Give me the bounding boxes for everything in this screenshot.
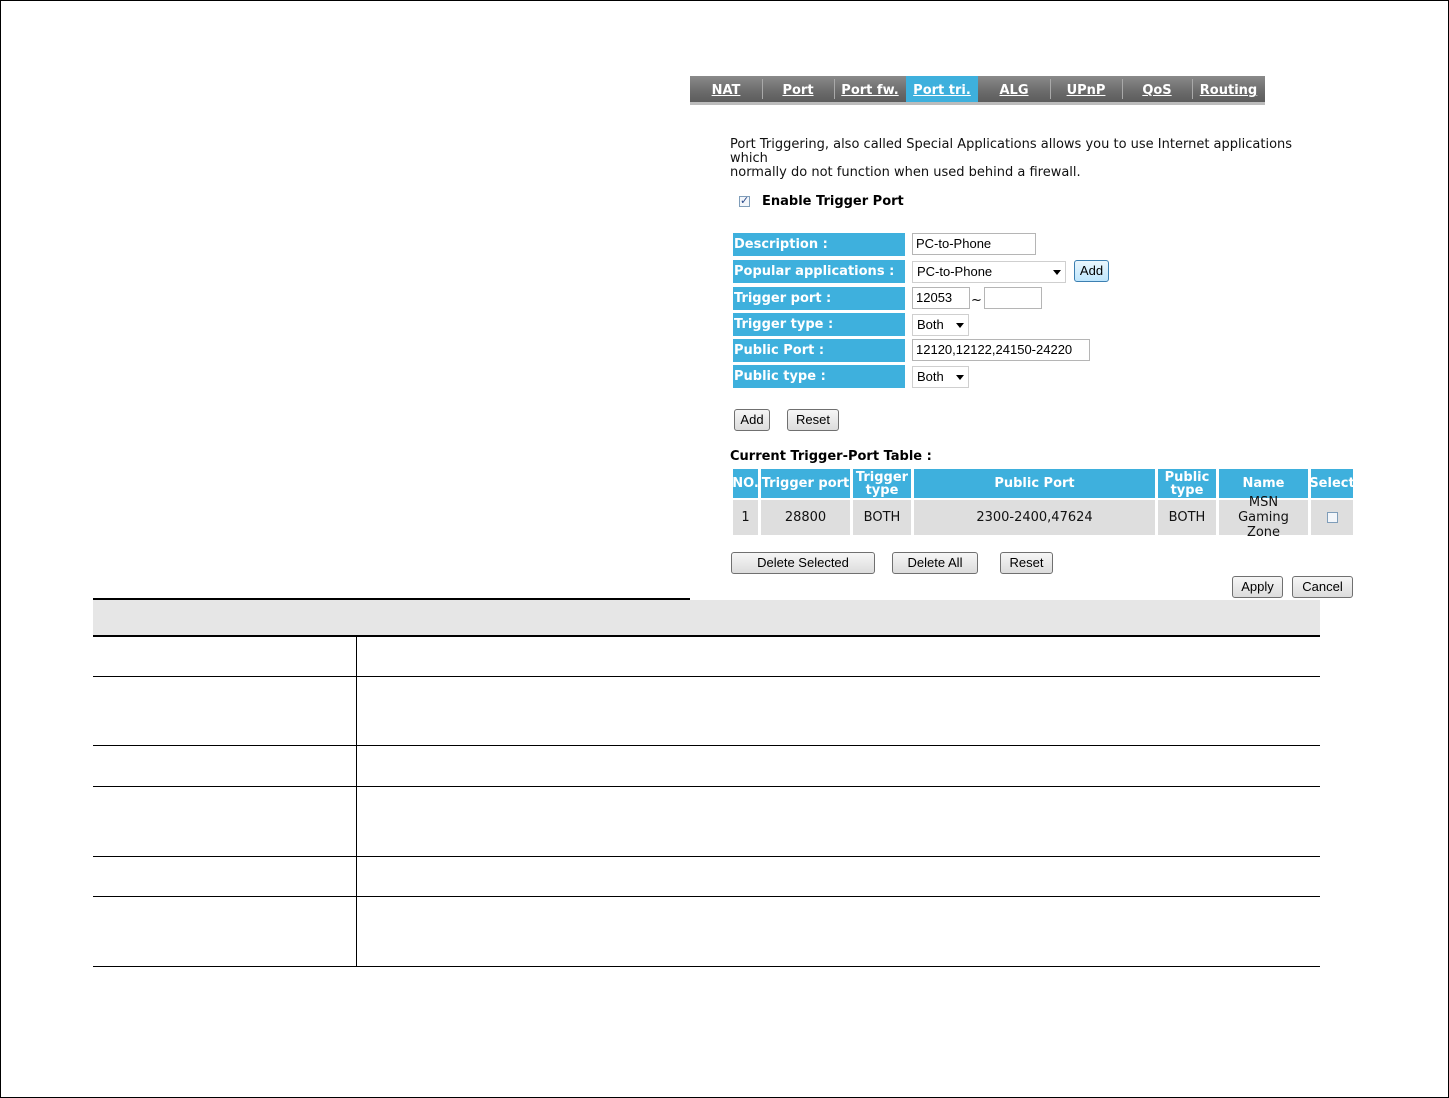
public-port-input[interactable]: 12120,12122,24150-24220 [912,339,1090,361]
cell-trigger-type: BOTH [853,500,911,535]
cell-no: 1 [733,500,758,535]
tab-routing[interactable]: Routing [1192,76,1265,102]
enable-trigger-label: Enable Trigger Port [762,194,904,209]
trigger-port-label: Trigger port : [733,287,905,310]
cancel-button[interactable]: Cancel [1292,576,1353,598]
chevron-down-icon [956,323,964,328]
intro-line-1: Port Triggering, also called Special App… [730,137,1293,166]
intro-text: Port Triggering, also called Special App… [730,138,1330,180]
cell-name: MSN Gaming Zone [1219,495,1308,540]
public-port-label: Public Port : [733,339,905,362]
cell-public-port: 2300-2400,47624 [914,500,1155,535]
chevron-down-icon [1053,270,1061,275]
delete-all-button[interactable]: Delete All [892,552,978,574]
tab-port-fw[interactable]: Port fw. [834,76,906,102]
tab-upnp[interactable]: UPnP [1050,76,1122,102]
public-type-select[interactable]: Both [912,366,969,388]
col-header-trigger-port: Trigger port [761,469,850,498]
col-header-select: Select [1309,469,1355,498]
delete-selected-button[interactable]: Delete Selected [731,552,875,574]
tab-qos[interactable]: QoS [1122,76,1192,102]
cell-public-type: BOTH [1158,500,1216,535]
tab-bar: NAT Port map. Port fw. Port tri. ALG UPn… [690,76,1265,128]
popular-add-button[interactable]: Add [1074,260,1109,282]
trigger-type-label: Trigger type : [733,313,905,336]
add-button[interactable]: Add [734,409,770,431]
public-type-label: Public type : [733,365,905,388]
tab-nat[interactable]: NAT [690,76,762,102]
enable-trigger-checkbox[interactable] [739,194,750,207]
popular-applications-label: Popular applications : [733,260,905,283]
table-reset-button[interactable]: Reset [1000,552,1053,574]
chevron-down-icon [956,375,964,380]
tab-port-tri[interactable]: Port tri. [906,76,978,102]
description-input[interactable]: PC-to-Phone [912,233,1036,255]
col-header-trigger-type: Trigger type [853,469,911,498]
reset-button[interactable]: Reset [787,409,839,431]
cell-select [1311,500,1353,535]
row-divider [93,745,1320,746]
row-select-checkbox[interactable] [1326,512,1338,523]
row-divider [93,856,1320,857]
header-bottom-rule [93,635,1320,637]
range-tilde: ~ [971,293,982,308]
public-type-value: Both [917,369,944,384]
tab-port-map[interactable]: Port map. [762,76,834,128]
trigger-type-value: Both [917,317,944,332]
table-bottom-rule [93,966,1320,967]
trigger-type-select[interactable]: Both [912,314,969,336]
trigger-port-to-input[interactable] [984,287,1042,309]
popular-applications-value: PC-to-Phone [917,264,993,279]
row-divider [93,896,1320,897]
col-header-no: NO. [732,469,759,498]
cell-trigger-port: 28800 [761,500,850,535]
intro-line-2: normally do not function when used behin… [730,165,1081,180]
column-divider [356,637,357,967]
row-divider [93,676,1320,677]
trigger-table-title: Current Trigger-Port Table : [730,449,932,464]
col-header-public-type: Public type [1158,469,1216,498]
row-divider [93,786,1320,787]
col-header-public-port: Public Port [914,469,1155,498]
doc-table-header [93,600,1320,635]
popular-applications-select[interactable]: PC-to-Phone [912,261,1066,283]
col-header-name: Name [1219,469,1308,498]
trigger-port-from-input[interactable]: 12053 [912,287,970,309]
apply-button[interactable]: Apply [1232,576,1283,598]
tab-alg[interactable]: ALG [978,76,1050,102]
description-label: Description : [733,233,905,256]
router-screenshot-panel: NAT Port map. Port fw. Port tri. ALG UPn… [690,74,1355,599]
